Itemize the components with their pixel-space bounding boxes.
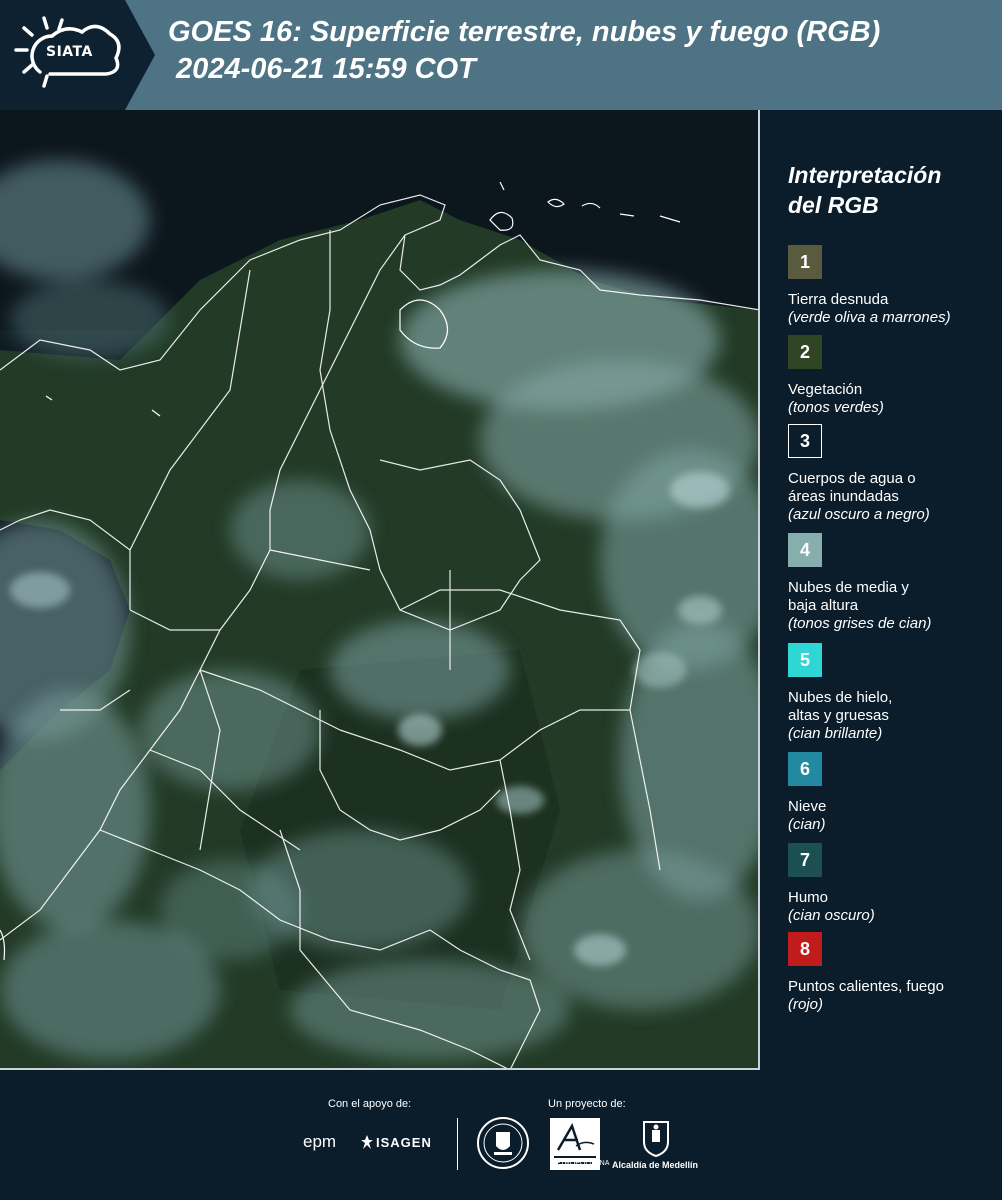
legend-swatch: 3 (788, 424, 822, 458)
legend-swatch: 7 (788, 843, 822, 877)
medellin-shield-icon[interactable] (640, 1118, 672, 1158)
university-seal-icon[interactable] (476, 1116, 530, 1170)
legend-swatch: 2 (788, 335, 822, 369)
satellite-image (0, 110, 758, 1068)
legend-swatch: 4 (788, 533, 822, 567)
area-caption: METROPOLITANA (550, 1160, 610, 1167)
logo-text: SIATA (46, 44, 93, 60)
support-label: Con el apoyo de: (328, 1098, 412, 1110)
legend-swatch: 6 (788, 752, 822, 786)
legend-item-vegetation: 2 Vegetación (tonos verdes) (788, 335, 1000, 417)
legend-item-sub: (tonos grises de cian) (788, 615, 932, 632)
legend-item-sub: (cian brillante) (788, 725, 883, 742)
page-title: GOES 16: Superficie terrestre, nubes y f… (168, 16, 881, 85)
legend-item-sub: (cian) (788, 816, 826, 833)
rgb-legend: Interpretación del RGB (788, 160, 998, 238)
legend-item-label: Tierra desnuda (788, 291, 889, 308)
legend-item-ice-clouds: 5 Nubes de hielo, altas y gruesas (cian … (788, 643, 1000, 743)
legend-item-label: Nubes de hielo, altas y gruesas (788, 689, 893, 724)
footer-divider (457, 1118, 458, 1170)
epm-logo[interactable]: epm (303, 1132, 336, 1152)
legend-item-snow: 6 Nieve (cian) (788, 752, 1000, 834)
legend-item-label: Puntos calientes, fuego (788, 978, 944, 995)
header: SIATA GOES 16: Superficie terrestre, nub… (0, 0, 1002, 110)
isagen-icon (361, 1135, 373, 1149)
legend-item-mid-low-clouds: 4 Nubes de media y baja altura (tonos gr… (788, 533, 1000, 633)
legend-item-sub: (tonos verdes) (788, 399, 884, 416)
legend-swatch: 1 (788, 245, 822, 279)
legend-item-sub: (cian oscuro) (788, 907, 875, 924)
legend-item-sub: (azul oscuro a negro) (788, 506, 930, 523)
legend-item-label: Cuerpos de agua o áreas inundadas (788, 470, 916, 505)
legend-swatch: 5 (788, 643, 822, 677)
satellite-map[interactable] (0, 110, 760, 1070)
isagen-logo[interactable]: ISAGEN (376, 1135, 432, 1150)
legend-item-smoke: 7 Humo (cian oscuro) (788, 843, 1000, 925)
legend-item-label: Vegetación (788, 381, 863, 398)
legend-item-bare-soil: 1 Tierra desnuda (verde oliva a marrones… (788, 245, 1000, 327)
project-label: Un proyecto de: (548, 1098, 626, 1110)
legend-item-label: Nubes de media y baja altura (788, 579, 909, 614)
legend-swatch: 8 (788, 932, 822, 966)
legend-item-label: Humo (788, 889, 829, 906)
legend-item-sub: (rojo) (788, 996, 824, 1013)
legend-item-hotspots: 8 Puntos calientes, fuego (rojo) (788, 932, 1000, 1014)
legend-item-water: 3 Cuerpos de agua o áreas inundadas (azu… (788, 424, 1000, 524)
siata-logo[interactable]: SIATA (0, 0, 155, 110)
legend-title: Interpretación del RGB (788, 162, 942, 218)
medellin-caption: Alcaldía de Medellín (612, 1160, 699, 1170)
legend-item-label: Nieve (788, 798, 827, 815)
legend-item-sub: (verde oliva a marrones) (788, 309, 951, 326)
